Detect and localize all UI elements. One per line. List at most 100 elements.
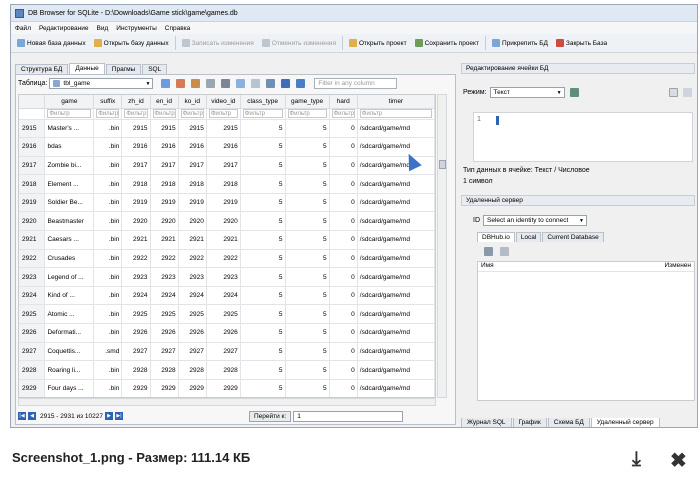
column-header[interactable]: game_type	[285, 95, 330, 109]
column-filter-input[interactable]: Фильтр	[242, 109, 283, 118]
export-icon[interactable]	[669, 88, 678, 97]
table-cell[interactable]: 2915	[150, 119, 179, 139]
table-cell[interactable]: 2924	[206, 286, 241, 306]
table-cell[interactable]: Crusades	[44, 249, 95, 269]
row-header[interactable]: 2928	[19, 360, 46, 380]
table-cell[interactable]: 2929	[178, 379, 207, 397]
table-cell[interactable]: 5	[240, 211, 286, 232]
table-row[interactable]: 2922 Crusades .bin 2922 2922 2922 2922 5 5 0/sdca…	[19, 249, 435, 269]
goto-input[interactable]: 1	[293, 410, 404, 422]
menu-edit[interactable]: Редактирование	[39, 25, 89, 32]
table-cell[interactable]: 5	[240, 156, 286, 176]
table-cell[interactable]: .bin	[93, 174, 123, 194]
goto-button[interactable]: Перейти к:	[249, 410, 292, 422]
table-cell[interactable]: 2928	[150, 360, 179, 380]
menu-tools[interactable]: Инструменты	[116, 25, 157, 32]
tab-local[interactable]: Local	[515, 232, 542, 242]
identity-select[interactable]: Select an identity to connect ▼	[483, 215, 587, 226]
table-cell[interactable]: 2918	[121, 174, 151, 194]
table-row[interactable]: 2920 Beastmaster .bin 2920 2920 2920 2920 5 5 0/s…	[19, 211, 435, 232]
column-filter-input[interactable]: Фильтр	[180, 109, 204, 118]
table-cell[interactable]: 0	[329, 304, 358, 325]
table-cell[interactable]: Atomic ...	[44, 304, 95, 325]
table-cell[interactable]: Soldier Be...	[44, 193, 95, 213]
column-header[interactable]: video_id	[206, 95, 241, 109]
table-cell[interactable]: 2925	[178, 304, 207, 325]
row-header[interactable]: 2919	[19, 193, 46, 213]
table-cell[interactable]: 0	[329, 174, 358, 194]
table-cell[interactable]: 2919	[178, 193, 207, 213]
table-cell[interactable]: 0	[329, 323, 358, 343]
table-cell[interactable]: 5	[240, 230, 286, 250]
column-filter-input[interactable]: Фильтр	[124, 109, 148, 118]
table-cell[interactable]: 2925	[150, 304, 179, 325]
table-cell[interactable]: Coquettis...	[44, 342, 95, 362]
row-header[interactable]: 2917	[19, 156, 46, 176]
table-cell[interactable]: /sdcard/game/md	[357, 230, 435, 250]
table-row[interactable]: 2919 Soldier Be... .bin 2919 2919 2919 2919 5 5 0…	[19, 193, 435, 213]
table-cell[interactable]: 2919	[206, 193, 241, 213]
clear-filters-icon[interactable]	[176, 79, 186, 88]
row-header[interactable]: 2920	[19, 211, 46, 232]
table-cell[interactable]: 2923	[206, 267, 241, 287]
table-cell[interactable]: 5	[285, 304, 330, 325]
table-cell[interactable]: .bin	[93, 360, 123, 380]
table-cell[interactable]: 5	[285, 323, 330, 343]
refresh-icon[interactable]	[161, 79, 171, 88]
table-cell[interactable]: 2921	[150, 230, 179, 250]
table-cell[interactable]: 5	[240, 342, 286, 362]
row-header[interactable]: 2922	[19, 249, 46, 269]
table-cell[interactable]: Roaring li...	[44, 360, 95, 380]
row-header[interactable]: 2916	[19, 137, 46, 157]
table-cell[interactable]: 5	[285, 174, 330, 194]
table-cell[interactable]: 2929	[150, 379, 179, 397]
download-icon[interactable]: ⤓	[632, 448, 641, 471]
table-row[interactable]: 2923 Legend of ... .bin 2923 2923 2923 2923 5 5 0…	[19, 267, 435, 287]
column-header[interactable]: zh_id	[121, 95, 151, 109]
table-cell[interactable]: Caesars ...	[44, 230, 95, 250]
clone-icon[interactable]	[500, 247, 509, 256]
table-cell[interactable]: 5	[240, 304, 286, 325]
table-cell[interactable]: 0	[329, 193, 358, 213]
table-cell[interactable]: Legend of ...	[44, 267, 95, 287]
table-cell[interactable]: 2922	[206, 249, 241, 269]
table-row[interactable]: 2916 bdas .bin 2916 2916 2916 2916 5 5 0/sdcard/g…	[19, 137, 435, 157]
table-cell[interactable]: /sdcard/game/md	[357, 137, 435, 157]
table-cell[interactable]: Master's ...	[44, 119, 95, 139]
table-cell[interactable]: .bin	[93, 230, 123, 250]
table-cell[interactable]: 2917	[178, 156, 207, 176]
open-project-button[interactable]: Открыть проект	[345, 35, 411, 51]
row-header[interactable]: 2925	[19, 304, 46, 325]
table-cell[interactable]: 5	[240, 360, 286, 380]
table-cell[interactable]: 0	[329, 360, 358, 380]
table-cell[interactable]: 5	[240, 323, 286, 343]
close-icon[interactable]: ✖	[670, 448, 687, 473]
column-filter-input[interactable]: Фильтр	[208, 109, 238, 118]
tab-data[interactable]: Данные	[69, 63, 105, 74]
table-cell[interactable]: 5	[285, 211, 330, 232]
table-cell[interactable]: 2918	[150, 174, 179, 194]
row-header[interactable]: 2915	[19, 119, 46, 139]
table-row[interactable]: 2915 Master's ... .bin 2915 2915 2915 2915 5 5 0/…	[19, 119, 435, 139]
table-cell[interactable]: 5	[285, 342, 330, 362]
insert-row-icon[interactable]	[236, 79, 246, 88]
first-record-icon[interactable]: |◀	[18, 412, 26, 420]
row-header[interactable]: 2918	[19, 174, 46, 194]
table-cell[interactable]: 5	[240, 267, 286, 287]
table-cell[interactable]: 2920	[178, 211, 207, 232]
prev-record-icon[interactable]: ◀	[28, 412, 36, 420]
table-cell[interactable]: 0	[329, 230, 358, 250]
menu-file[interactable]: Файл	[15, 25, 31, 32]
table-cell[interactable]: 2917	[206, 156, 241, 176]
table-cell[interactable]: 2915	[206, 119, 241, 139]
table-cell[interactable]: .bin	[93, 193, 123, 213]
table-cell[interactable]: 2928	[121, 360, 151, 380]
table-cell[interactable]: /sdcard/game/md	[357, 119, 435, 139]
table-cell[interactable]: /sdcard/game/md	[357, 211, 435, 232]
table-cell[interactable]: Zombie bi...	[44, 156, 95, 176]
table-cell[interactable]: 5	[240, 174, 286, 194]
column-filter-input[interactable]: Фильтр	[331, 109, 355, 118]
table-cell[interactable]: 2926	[178, 323, 207, 343]
table-cell[interactable]: 2921	[121, 230, 151, 250]
table-cell[interactable]: 2926	[206, 323, 241, 343]
